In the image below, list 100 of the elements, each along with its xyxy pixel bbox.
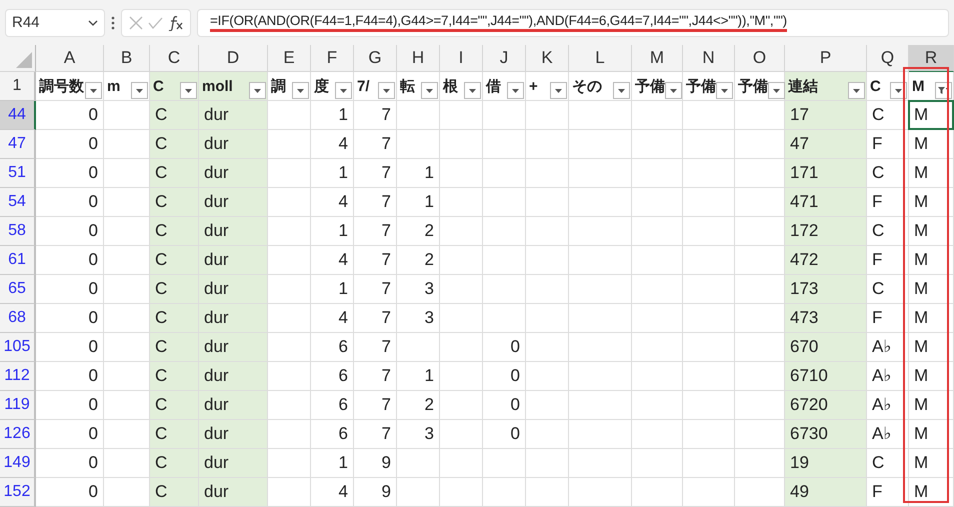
row-number[interactable]: 65 (0, 275, 36, 304)
table-cell: 0 (36, 246, 104, 275)
table-cell: 7 (354, 420, 397, 449)
header-cell: 度 (311, 72, 354, 101)
filter-button[interactable] (507, 82, 524, 99)
table-cell: 0 (483, 333, 526, 362)
row-number[interactable]: 68 (0, 304, 36, 333)
check-icon[interactable] (148, 16, 162, 28)
filter-button[interactable] (131, 82, 148, 99)
row-number[interactable]: 44 (0, 101, 36, 130)
row-number[interactable]: 61 (0, 246, 36, 275)
table-cell: 0 (483, 362, 526, 391)
row-number[interactable]: 54 (0, 188, 36, 217)
dropdown-icon (90, 88, 97, 92)
filter-button[interactable] (249, 82, 266, 99)
table-cell: 6 (311, 362, 354, 391)
header-cell: 連結 (785, 72, 867, 101)
table-cell: 0 (36, 188, 104, 217)
filter-button[interactable] (292, 82, 309, 99)
column-header[interactable]: R (909, 45, 954, 72)
table-cell: M (909, 362, 954, 391)
column-header[interactable]: K (526, 45, 569, 72)
table-cell: 173 (785, 275, 867, 304)
row-number[interactable]: 119 (0, 391, 36, 420)
column-header[interactable]: M (632, 45, 683, 72)
table-cell: dur (199, 217, 268, 246)
corner-triangle-icon (16, 52, 32, 68)
dropdown-icon (773, 88, 780, 92)
filter-button[interactable] (180, 82, 197, 99)
formula-bar[interactable]: =IF(OR(AND(OR(F44=1,F44=4),G44>=7,I44="",J44=""),AND(F44=6,G44=7,I44="",J44<>"")),"M","") (197, 8, 949, 36)
column-header[interactable]: J (483, 45, 526, 72)
table-cell: dur (199, 275, 268, 304)
table-cell: 7 (354, 101, 397, 130)
row-number[interactable]: 58 (0, 217, 36, 246)
table-cell: 7 (354, 246, 397, 275)
filter-button[interactable] (378, 82, 395, 99)
column-header[interactable]: N (683, 45, 735, 72)
table-cell: dur (199, 449, 268, 478)
column-header[interactable]: I (440, 45, 483, 72)
table-cell: 17 (785, 101, 867, 130)
column-header[interactable]: O (735, 45, 785, 72)
header-cell: 転 (397, 72, 440, 101)
header-cell: 7/ (354, 72, 397, 101)
header-cell: 調号数 (36, 72, 104, 101)
dropdown-icon (512, 88, 519, 92)
dropdown-icon (618, 88, 625, 92)
filter-button[interactable] (768, 82, 785, 99)
row-number[interactable]: 152 (0, 478, 36, 507)
column-header[interactable]: E (268, 45, 311, 72)
column-header[interactable]: C (150, 45, 199, 72)
table-cell: 4 (311, 246, 354, 275)
filter-button[interactable] (665, 82, 682, 99)
column-header[interactable]: L (569, 45, 632, 72)
header-cell: 予備 (735, 72, 785, 101)
filter-button[interactable] (335, 82, 352, 99)
formula-text: =IF(OR(AND(OR(F44=1,F44=4),G44>=7,I44="",J44=""),AND(F44=6,G44=7,I44="",J44<>"")),"M","") (210, 13, 787, 32)
row-number[interactable]: 1 (0, 72, 36, 101)
name-box[interactable]: R44 (5, 8, 105, 36)
dropdown-icon (670, 88, 677, 92)
filter-button[interactable] (464, 82, 481, 99)
function-icon[interactable] (168, 14, 184, 30)
table-cell: dur (199, 101, 268, 130)
more-icon[interactable] (111, 16, 115, 30)
column-header[interactable]: D (199, 45, 268, 72)
table-cell: dur (199, 159, 268, 188)
filter-button[interactable] (421, 82, 438, 99)
column-header[interactable]: G (354, 45, 397, 72)
table-cell: 0 (36, 217, 104, 246)
row-number[interactable]: 47 (0, 130, 36, 159)
column-header[interactable]: F (311, 45, 354, 72)
row-number[interactable]: 112 (0, 362, 36, 391)
table-cell: 3 (397, 304, 440, 333)
filter-button[interactable] (85, 82, 102, 99)
table-cell: M (909, 420, 954, 449)
filter-button[interactable] (613, 82, 630, 99)
table-cell: A♭ (867, 420, 909, 449)
column-header[interactable]: Q (867, 45, 909, 72)
row-number[interactable]: 126 (0, 420, 36, 449)
table-cell: 0 (483, 420, 526, 449)
table-cell: C (150, 101, 199, 130)
table-cell: 6730 (785, 420, 867, 449)
column-header[interactable]: H (397, 45, 440, 72)
filter-button[interactable] (550, 82, 567, 99)
column-header[interactable]: A (36, 45, 104, 72)
header-cell: 予備 (683, 72, 735, 101)
dropdown-icon (555, 88, 562, 92)
filter-button[interactable] (848, 82, 865, 99)
row-number[interactable]: 105 (0, 333, 36, 362)
filter-button[interactable] (716, 82, 733, 99)
table-cell: 9 (354, 478, 397, 507)
column-header[interactable]: B (104, 45, 150, 72)
row-number[interactable]: 51 (0, 159, 36, 188)
table-cell: 1 (311, 101, 354, 130)
table-cell: 0 (36, 391, 104, 420)
column-header[interactable]: P (785, 45, 867, 72)
table-cell: C (150, 304, 199, 333)
table-cell: F (867, 478, 909, 507)
row-number[interactable]: 149 (0, 449, 36, 478)
table-cell: 0 (36, 362, 104, 391)
table-cell: C (150, 275, 199, 304)
